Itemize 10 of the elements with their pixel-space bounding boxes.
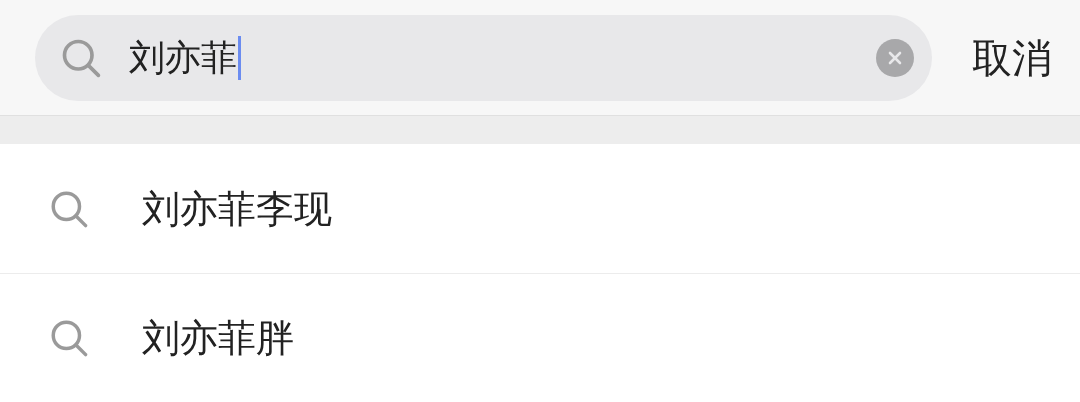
suggestion-text: 刘亦菲胖 <box>142 319 294 357</box>
text-cursor <box>238 35 241 80</box>
close-icon <box>888 50 902 65</box>
search-field[interactable]: 刘亦菲 <box>35 14 932 101</box>
search-text: 刘亦菲 <box>129 39 237 76</box>
clear-button[interactable] <box>876 38 914 77</box>
suggestion-item[interactable]: 刘亦菲胖 <box>0 273 1080 402</box>
suggestion-text: 刘亦菲李现 <box>142 189 332 228</box>
suggestion-item[interactable]: 刘亦菲李现 <box>0 144 1080 273</box>
cancel-button[interactable]: 取消 <box>972 37 1052 78</box>
